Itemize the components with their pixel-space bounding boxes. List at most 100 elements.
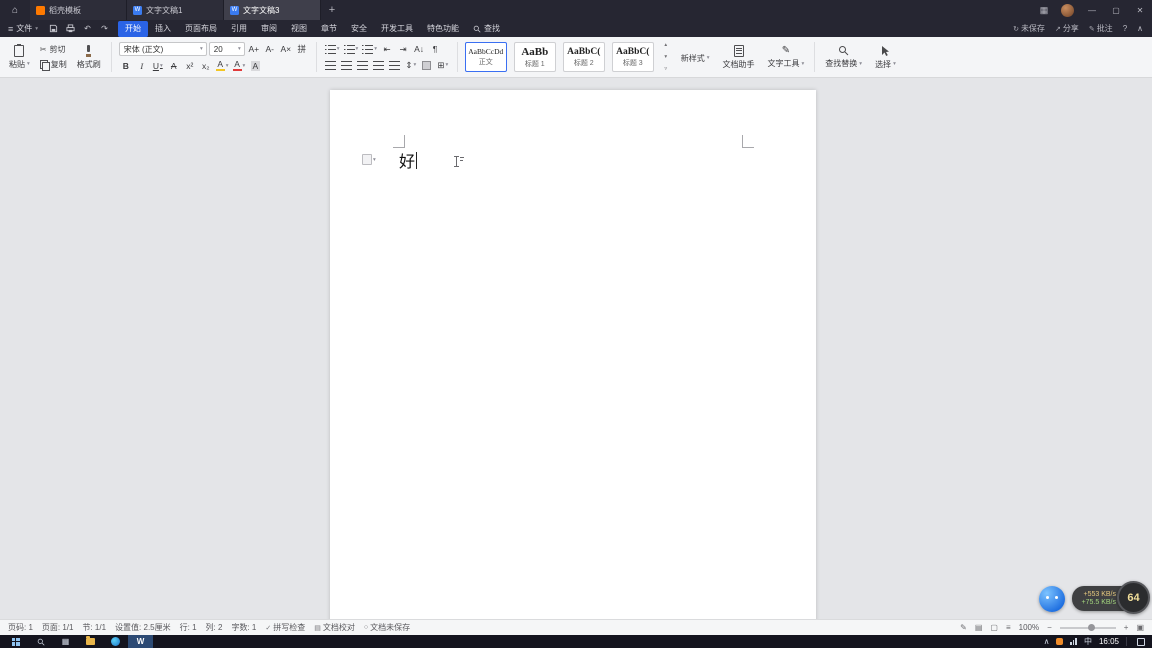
text-tool-button[interactable]: ✎ 文字工具▾ — [765, 45, 808, 69]
status-word-count[interactable]: 字数: 1 — [231, 622, 256, 633]
character-shading-button[interactable]: A — [248, 59, 262, 72]
gallery-down-button[interactable]: ▾ — [661, 54, 671, 60]
zoom-in-button[interactable]: + — [1124, 623, 1129, 632]
numbering-button[interactable]: ▾ — [343, 43, 360, 56]
menu-tab-view[interactable]: 视图 — [284, 21, 314, 37]
maximize-button[interactable]: ▢ — [1104, 0, 1128, 20]
menu-tab-section[interactable]: 章节 — [314, 21, 344, 37]
task-view-button[interactable]: ▦ — [53, 635, 78, 648]
page-view-icon[interactable]: ▢ — [990, 623, 998, 632]
show-paragraph-marks-button[interactable]: ¶ — [428, 43, 442, 56]
clear-format-button[interactable]: A× — [279, 43, 293, 56]
share-button[interactable]: ↗ 分享 — [1055, 23, 1079, 34]
copy-button[interactable]: 复制 — [40, 59, 67, 70]
help-button[interactable]: ? — [1123, 24, 1127, 33]
network-monitor-overlay[interactable]: +553 KB/s +75.5 KB/s 64 — [1072, 581, 1150, 615]
menu-tab-home[interactable]: 开始 — [118, 21, 148, 37]
shrink-font-button[interactable]: A- — [263, 43, 277, 56]
read-mode-icon[interactable]: ▤ — [975, 623, 983, 632]
menu-tab-dev-tools[interactable]: 开发工具 — [374, 21, 420, 37]
menu-tab-special-features[interactable]: 特色功能 — [420, 21, 466, 37]
network-icon[interactable] — [1070, 638, 1077, 645]
doc-proof-button[interactable]: ▤ 文档校对 — [314, 622, 355, 633]
document-text-line[interactable]: 好 — [399, 148, 417, 172]
bold-button[interactable]: B — [119, 59, 133, 72]
menu-tab-security[interactable]: 安全 — [344, 21, 374, 37]
highlight-color-button[interactable]: A ▾ — [215, 59, 230, 72]
style-heading-2[interactable]: AaBbC( 标题 2 — [563, 42, 605, 72]
home-button[interactable]: ⌂ — [0, 0, 30, 20]
document-area[interactable]: ▾ 好 — [0, 78, 1152, 619]
style-heading-3[interactable]: AaBbC( 标题 3 — [612, 42, 654, 72]
subscript-button[interactable]: x₂ — [199, 59, 213, 72]
menu-tab-insert[interactable]: 插入 — [148, 21, 178, 37]
sort-button[interactable]: A↓ — [412, 43, 426, 56]
taskbar-search-button[interactable] — [28, 635, 53, 648]
font-color-button[interactable]: A ▾ — [232, 59, 247, 72]
ime-indicator[interactable]: 中 — [1084, 636, 1092, 647]
paste-button[interactable]: 粘贴▾ — [6, 45, 33, 70]
new-tab-button[interactable]: + — [321, 0, 343, 20]
file-menu[interactable]: ≡ 文件 ▾ — [0, 23, 46, 34]
new-style-button[interactable]: 新样式▾ — [678, 51, 713, 64]
bullets-button[interactable]: ▾ — [324, 43, 341, 56]
doc-unsaved-status[interactable]: ○ 文档未保存 — [364, 622, 410, 633]
justify-button[interactable] — [372, 59, 386, 72]
underline-button[interactable]: U▾ — [151, 59, 165, 72]
paragraph-style-floater[interactable]: ▾ — [362, 154, 376, 165]
start-button[interactable] — [3, 635, 28, 648]
redo-button[interactable]: ↷ — [97, 24, 112, 33]
browser-button[interactable] — [103, 635, 128, 648]
save-state-button[interactable]: ↻ 未保存 — [1013, 23, 1045, 34]
save-button[interactable] — [46, 24, 61, 33]
wps-taskbar-button[interactable]: W — [128, 635, 153, 648]
style-normal[interactable]: AaBbCcDd 正文 — [465, 42, 507, 72]
spell-check-button[interactable]: ✓ 拼写检查 — [265, 622, 305, 633]
user-avatar[interactable] — [1061, 4, 1074, 17]
font-size-select[interactable]: 20 ▾ — [209, 42, 245, 56]
notification-center-button[interactable] — [1137, 638, 1145, 646]
find-button[interactable]: 查找 — [466, 23, 507, 34]
gallery-more-button[interactable]: ▿ — [661, 66, 671, 72]
borders-button[interactable]: ⊞▾ — [436, 59, 450, 72]
find-replace-button[interactable]: 查找替换▾ — [822, 45, 865, 69]
align-right-button[interactable] — [356, 59, 370, 72]
decrease-indent-button[interactable]: ⇤ — [380, 43, 394, 56]
close-button[interactable]: ✕ — [1128, 0, 1152, 20]
menu-tab-references[interactable]: 引用 — [224, 21, 254, 37]
format-painter-button[interactable]: 格式刷 — [74, 45, 104, 70]
menu-tab-page-layout[interactable]: 页面布局 — [178, 21, 224, 37]
file-explorer-button[interactable] — [78, 635, 103, 648]
tab-docer-templates[interactable]: 稻壳模板 — [30, 0, 127, 20]
increase-indent-button[interactable]: ⇥ — [396, 43, 410, 56]
font-family-select[interactable]: 宋体 (正文) ▾ — [119, 42, 207, 56]
doc-assistant-button[interactable]: 文档助手 — [720, 45, 758, 70]
align-left-button[interactable] — [324, 59, 338, 72]
style-heading-1[interactable]: AaBb 标题 1 — [514, 42, 556, 72]
zoom-out-button[interactable]: − — [1047, 623, 1052, 632]
zoom-slider-thumb[interactable] — [1088, 624, 1095, 631]
pinyin-guide-button[interactable]: 拼 — [295, 43, 309, 56]
tab-document-1[interactable]: W 文字文稿1 — [127, 0, 224, 20]
fit-page-button[interactable]: ▣ — [1136, 623, 1144, 632]
gallery-up-button[interactable]: ▴ — [661, 42, 671, 48]
apps-grid-icon[interactable]: ▦ — [1033, 5, 1055, 16]
select-button[interactable]: 选择▾ — [872, 45, 899, 70]
tray-expand-button[interactable]: ∧ — [1044, 637, 1050, 646]
distribute-button[interactable] — [388, 59, 402, 72]
clock[interactable]: 16:05 — [1099, 637, 1119, 646]
tab-document-3[interactable]: W 文字文稿3 — [224, 0, 321, 20]
print-button[interactable] — [63, 24, 78, 33]
collapse-ribbon-button[interactable]: ∧ — [1137, 24, 1143, 33]
minimize-button[interactable]: — — [1080, 0, 1104, 20]
multilevel-list-button[interactable]: ▾ — [361, 43, 378, 56]
fps-gauge[interactable]: 64 — [1117, 581, 1150, 614]
strikethrough-button[interactable]: A — [167, 59, 181, 72]
line-spacing-button[interactable]: ⇕▾ — [404, 59, 418, 72]
superscript-button[interactable]: x² — [183, 59, 197, 72]
comment-button[interactable]: ✎ 批注 — [1089, 23, 1113, 34]
grow-font-button[interactable]: A+ — [247, 43, 261, 56]
cut-button[interactable]: ✂ 剪切 — [40, 44, 67, 55]
document-page[interactable]: ▾ 好 — [330, 90, 816, 619]
zoom-level[interactable]: 100% — [1019, 623, 1039, 632]
